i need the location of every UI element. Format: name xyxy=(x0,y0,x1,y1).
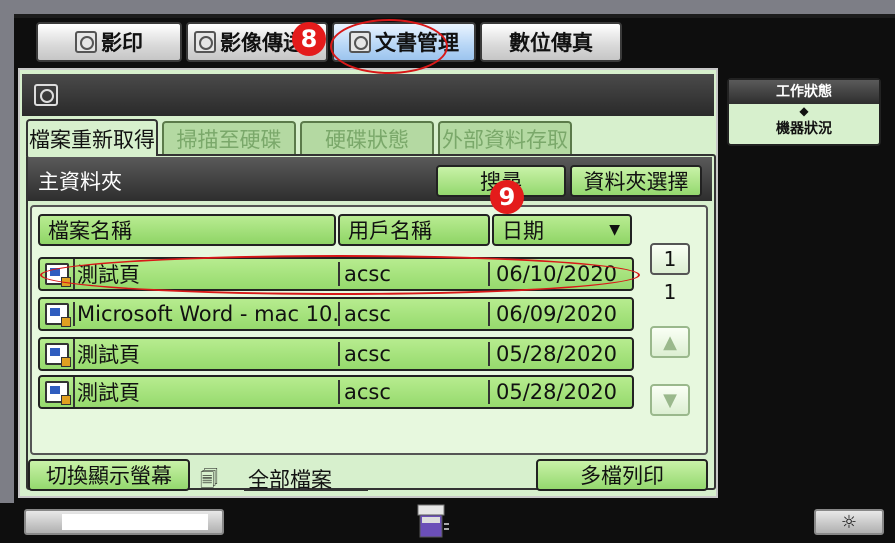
job-status-label: 工作狀態 xyxy=(729,80,879,104)
job-status-button[interactable]: 工作狀態 ◆ 機器狀況 xyxy=(727,78,881,146)
file-name: 測試頁 xyxy=(73,377,338,407)
column-file-name-label: 檔案名稱 xyxy=(48,219,132,243)
toggle-arrows-icon: ◆ xyxy=(799,104,809,118)
machine-status-label: 機器狀況 xyxy=(776,121,832,137)
tab-external-data-access[interactable]: 外部資料存取 xyxy=(438,121,572,155)
brightness-icon: ☼ xyxy=(840,511,858,533)
tab-digital-fax-label: 數位傳真 xyxy=(509,31,593,55)
document-filing-small-icon xyxy=(34,84,58,106)
tab-file-retrieve[interactable]: 檔案重新取得 xyxy=(26,119,158,156)
system-settings-field xyxy=(62,514,208,530)
multi-file-print-label: 多檔列印 xyxy=(580,464,664,488)
file-user: acsc xyxy=(338,302,488,326)
tab-copy[interactable]: 影印 xyxy=(36,22,182,62)
file-row[interactable]: 測試頁 acsc 05/28/2020 xyxy=(38,337,634,371)
folder-small-icon: 🗐 xyxy=(200,469,218,490)
panel-title-bar xyxy=(22,74,714,116)
all-files-underline xyxy=(244,489,368,491)
file-user: acsc xyxy=(338,342,488,366)
current-page: 1 xyxy=(663,247,677,271)
tab-scan-to-hdd[interactable]: 掃描至硬碟 xyxy=(162,121,296,155)
file-date: 05/28/2020 xyxy=(488,380,617,404)
tab-file-retrieve-label: 檔案重新取得 xyxy=(29,127,155,152)
screen-frame-inner xyxy=(14,14,895,18)
arrow-up-icon: ▲ xyxy=(663,331,677,353)
file-date: 05/28/2020 xyxy=(488,342,617,366)
file-user: acsc xyxy=(338,380,488,404)
screen-frame-top xyxy=(0,0,895,14)
tab-scan-to-hdd-label: 掃描至硬碟 xyxy=(176,128,282,152)
tab-hdd-status[interactable]: 硬碟狀態 xyxy=(300,121,434,155)
column-date[interactable]: 日期 ▼ xyxy=(492,214,632,246)
file-name: Microsoft Word - mac 10.8 xyxy=(73,302,338,326)
brightness-button[interactable]: ☼ xyxy=(814,509,884,535)
file-icon xyxy=(45,343,71,367)
switch-display-button[interactable]: 切換顯示螢幕 xyxy=(28,459,190,491)
file-name: 測試頁 xyxy=(73,339,338,369)
column-file-name[interactable]: 檔案名稱 xyxy=(38,214,336,246)
machine-icon xyxy=(417,504,449,538)
system-settings-button[interactable] xyxy=(24,509,224,535)
file-row[interactable]: 測試頁 acsc 05/28/2020 xyxy=(38,375,634,409)
file-icon xyxy=(45,303,71,327)
tab-copy-label: 影印 xyxy=(101,31,143,55)
arrow-down-icon: ▼ xyxy=(663,389,677,411)
tab-hdd-status-label: 硬碟狀態 xyxy=(325,128,409,152)
column-date-label: 日期 xyxy=(502,219,544,243)
tab-external-data-access-label: 外部資料存取 xyxy=(442,128,568,152)
folder-select-button[interactable]: 資料夾選擇 xyxy=(570,165,702,197)
column-user-name-label: 用戶名稱 xyxy=(348,219,432,243)
sort-descending-icon: ▼ xyxy=(609,222,620,238)
file-row[interactable]: Microsoft Word - mac 10.8 acsc 06/09/202… xyxy=(38,297,634,331)
tab-digital-fax[interactable]: 數位傳真 xyxy=(480,22,622,62)
page-number-button[interactable]: 1 xyxy=(650,243,690,275)
annotation-badge-9: 9 xyxy=(490,180,524,214)
column-user-name[interactable]: 用戶名稱 xyxy=(338,214,490,246)
multi-file-print-button[interactable]: 多檔列印 xyxy=(536,459,708,491)
annotation-oval-row xyxy=(40,255,640,295)
scroll-up-button[interactable]: ▲ xyxy=(650,326,690,358)
image-send-icon xyxy=(194,31,216,53)
switch-display-label: 切換顯示螢幕 xyxy=(46,464,172,488)
annotation-badge-8: 8 xyxy=(292,22,326,56)
file-icon xyxy=(45,381,71,405)
copy-icon xyxy=(75,31,97,53)
annotation-oval-tab xyxy=(330,19,448,74)
file-date: 06/09/2020 xyxy=(488,302,617,326)
folder-select-button-label: 資料夾選擇 xyxy=(583,170,689,194)
total-pages: 1 xyxy=(663,280,677,304)
folder-title: 主資料夾 xyxy=(38,170,122,194)
scroll-down-button[interactable]: ▼ xyxy=(650,384,690,416)
screen-frame-left xyxy=(0,0,14,503)
